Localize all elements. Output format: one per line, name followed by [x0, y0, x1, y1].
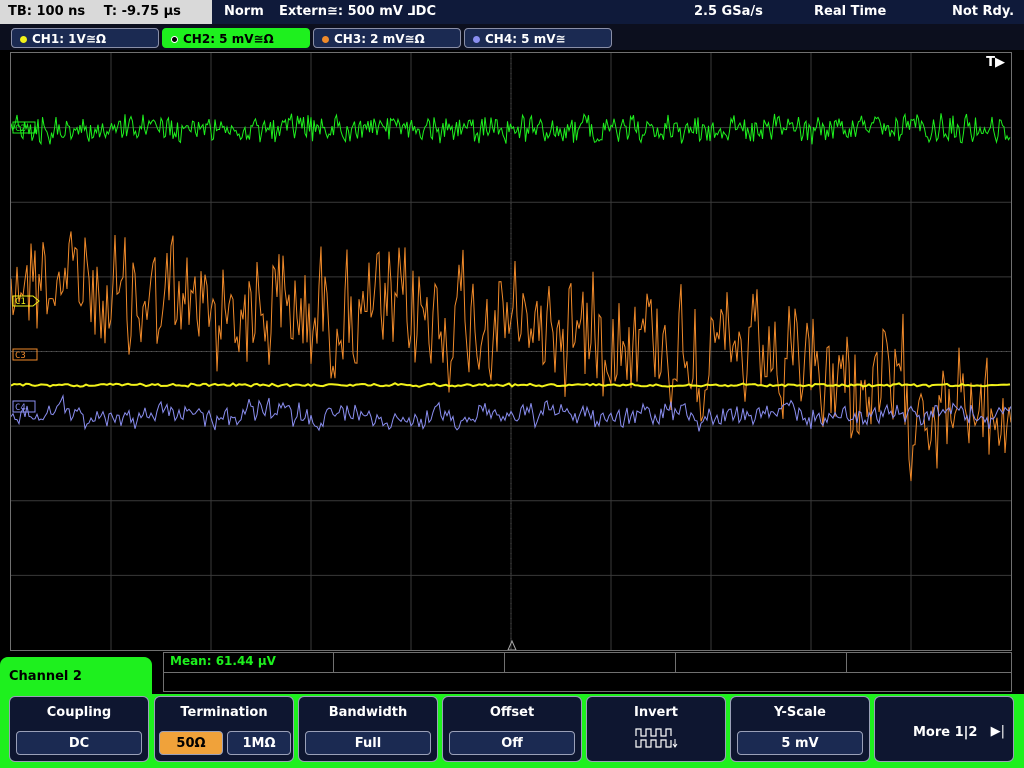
ch4-color-dot — [473, 36, 480, 43]
more-softkey[interactable]: More 1|2 ▶| — [874, 696, 1014, 762]
ch2-marker-label: C2 — [15, 124, 26, 134]
sample-rate: 2.5 GSa/s — [694, 4, 763, 19]
measurement-cell-1[interactable]: Mean: 61.44 µV — [164, 653, 334, 672]
measurement-cell-4[interactable] — [676, 653, 847, 672]
yscale-softkey[interactable]: Y-Scale 5 mV — [730, 696, 870, 762]
yscale-value-button[interactable]: 5 mV — [737, 731, 863, 755]
ch4-offset-marker: C4 — [12, 400, 36, 413]
more-label: More 1|2 — [913, 725, 978, 740]
next-page-arrow-icon: ▶| — [990, 724, 1005, 739]
timebase-value: TB: 100 ns — [8, 4, 86, 19]
status-bar: TB: 100 ns T: -9.75 µs Norm Extern≅: 500… — [0, 0, 1024, 24]
channel-tab-row: CH1: 1V≅Ω CH2: 5 mV≅Ω CH3: 2 mV≅Ω CH4: 5… — [0, 24, 1024, 50]
measurement-cell-5[interactable] — [847, 653, 1011, 672]
ch1-color-dot — [20, 36, 27, 43]
offset-softkey[interactable]: Offset Off — [442, 696, 582, 762]
measurement-bar: Mean: 61.44 µV — [163, 652, 1012, 692]
channel-tab-ch2-label: CH2: 5 mV≅Ω — [183, 32, 274, 46]
termination-50ohm-button[interactable]: 50Ω — [159, 731, 223, 755]
mean-measurement: Mean: 61.44 µV — [170, 654, 276, 668]
invert-title: Invert — [633, 705, 678, 720]
measurement-divider — [164, 672, 1011, 673]
softkey-bar: Coupling DC Termination 50Ω 1MΩ Bandwidt… — [0, 694, 1024, 768]
termination-softkey[interactable]: Termination 50Ω 1MΩ — [154, 696, 294, 762]
ch1-offset-marker: C1 — [12, 295, 40, 307]
waveform-display[interactable]: C2 C1 C3 C4 T▶ — [10, 52, 1012, 651]
measurement-cell-2[interactable] — [334, 653, 505, 672]
ch3-marker-label: C3 — [15, 351, 26, 361]
trigger-time-value: T: -9.75 µs — [103, 4, 181, 19]
trigger-source[interactable]: Extern≅: 500 mV ⅃DC — [279, 0, 436, 24]
invert-softkey[interactable]: Invert — [586, 696, 726, 762]
offset-title: Offset — [489, 705, 535, 720]
channel-tab-ch1-label: CH1: 1V≅Ω — [32, 32, 107, 46]
coupling-softkey[interactable]: Coupling DC — [9, 696, 149, 762]
bandwidth-softkey[interactable]: Bandwidth Full — [298, 696, 438, 762]
channel-tab-ch4[interactable]: CH4: 5 mV≅ — [464, 28, 612, 48]
yscale-title: Y-Scale — [773, 705, 826, 720]
acquisition-mode: Real Time — [814, 4, 887, 19]
trigger-position-marker — [507, 639, 517, 650]
ch4-marker-label: C4 — [15, 403, 26, 413]
graticule-grid — [11, 53, 1011, 650]
ch1-marker-label: C1 — [15, 297, 26, 307]
trigger-marker: T▶ — [986, 55, 1005, 70]
timebase-box[interactable]: TB: 100 ns T: -9.75 µs — [0, 0, 212, 24]
termination-title: Termination — [180, 705, 268, 720]
channel-tab-ch2[interactable]: CH2: 5 mV≅Ω — [162, 28, 310, 48]
ch2-color-dot — [171, 36, 178, 43]
channel-tab-ch3[interactable]: CH3: 2 mV≅Ω — [313, 28, 461, 48]
trigger-mode[interactable]: Norm — [224, 0, 264, 24]
channel-tab-ch3-label: CH3: 2 mV≅Ω — [334, 32, 425, 46]
coupling-value-button[interactable]: DC — [16, 731, 142, 755]
ch1-trace — [11, 382, 1011, 388]
channel-panel-title: Channel 2 — [9, 669, 82, 684]
bandwidth-title: Bandwidth — [328, 705, 408, 720]
waveform-canvas: C2 C1 C3 C4 — [11, 53, 1011, 650]
ch3-color-dot — [322, 36, 329, 43]
offset-value-button[interactable]: Off — [449, 731, 575, 755]
ch3-offset-marker: C3 — [12, 348, 38, 361]
measurement-cell-3[interactable] — [505, 653, 676, 672]
termination-1mohm-button[interactable]: 1MΩ — [227, 731, 291, 755]
coupling-title: Coupling — [46, 705, 112, 720]
channel-tab-ch4-label: CH4: 5 mV≅ — [485, 32, 566, 46]
invert-waveform-icon — [635, 728, 678, 748]
acquisition-status: Not Rdy. — [952, 4, 1015, 19]
channel-tab-ch1[interactable]: CH1: 1V≅Ω — [11, 28, 159, 48]
bandwidth-value-button[interactable]: Full — [305, 731, 431, 755]
